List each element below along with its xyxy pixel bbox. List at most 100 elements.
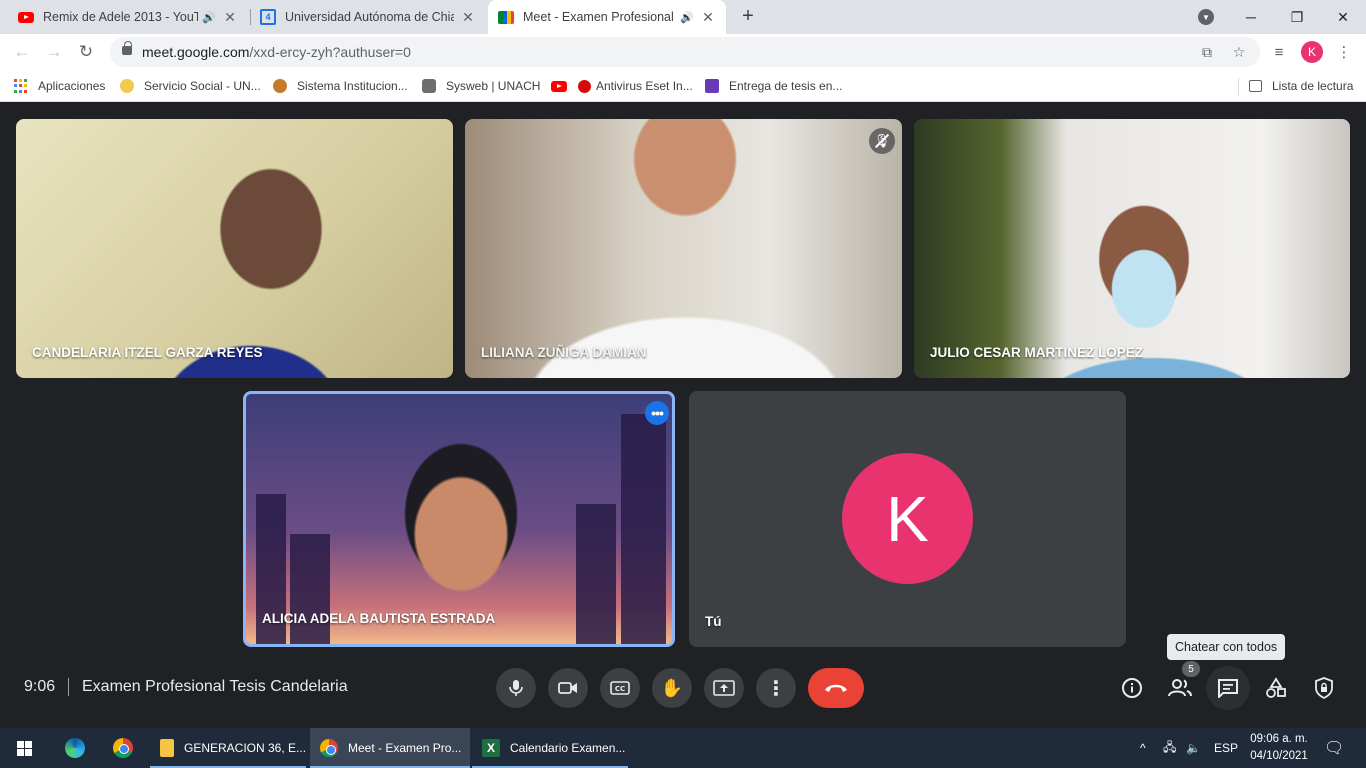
url-text[interactable]: meet.google.com/xxd-ercy-zyh?authuser=0 xyxy=(142,44,411,60)
more-options-button[interactable]: ⋮ xyxy=(756,668,796,708)
new-tab-button[interactable]: + xyxy=(738,6,758,27)
back-button[interactable]: ← xyxy=(10,40,34,64)
tab-title: Universidad Autónoma de Chiapas xyxy=(285,10,454,24)
kebab-icon: ⋮ xyxy=(766,677,786,700)
crest-icon xyxy=(273,79,287,93)
microphone-button[interactable] xyxy=(496,668,536,708)
participant-count-badge: 5 xyxy=(1182,661,1200,677)
bookmark-sistema-institucional[interactable]: Sistema Institucion... xyxy=(273,77,408,95)
more-options-button[interactable]: ••• xyxy=(645,401,669,425)
minimize-button[interactable]: ─ xyxy=(1228,0,1274,34)
bookmark-label: Antivirus Eset In... xyxy=(596,79,693,93)
end-call-button[interactable] xyxy=(808,668,864,708)
taskbar-edge[interactable] xyxy=(52,728,98,768)
speaker-icon[interactable]: 🔊 xyxy=(680,11,694,24)
owl-icon xyxy=(422,79,436,93)
close-icon[interactable]: ✕ xyxy=(460,9,476,25)
speaker-icon[interactable]: 🔊 xyxy=(202,11,216,24)
taskbar-item-excel[interactable]: X Calendario Examen... xyxy=(472,728,628,768)
host-controls-button[interactable] xyxy=(1312,676,1336,700)
lock-icon[interactable] xyxy=(122,41,132,55)
divider xyxy=(68,678,69,696)
reload-button[interactable]: ↻ xyxy=(74,40,98,64)
start-button[interactable] xyxy=(0,728,48,768)
people-button[interactable] xyxy=(1168,676,1192,700)
bookmark-label: Sysweb | UNACH xyxy=(446,79,541,93)
chat-tooltip: Chatear con todos xyxy=(1167,634,1286,660)
tab-meet[interactable]: Meet - Examen Profesional Tesis 🔊 ✕ xyxy=(488,0,726,34)
browser-tab-strip: Remix de Adele 2013 - YouTube 🔊 ✕ 4 Univ… xyxy=(0,0,1366,34)
reading-list[interactable]: Lista de lectura xyxy=(1249,77,1353,95)
profile-avatar[interactable]: K xyxy=(1301,41,1323,63)
tab-title: Meet - Examen Profesional Tesis xyxy=(523,10,676,24)
bookmark-eset[interactable]: Antivirus Eset In... xyxy=(578,77,693,95)
bookmark-label: Aplicaciones xyxy=(38,79,106,93)
seal-icon xyxy=(120,79,134,93)
participant-tile-alicia[interactable]: ••• ALICIA ADELA BAUTISTA ESTRADA xyxy=(243,391,675,647)
mic-muted-icon: 🎙 xyxy=(869,128,895,154)
city-skyline xyxy=(576,504,616,644)
forward-button[interactable]: → xyxy=(42,40,66,64)
bookmark-apps[interactable]: Aplicaciones xyxy=(14,77,105,95)
hang-up-icon xyxy=(825,684,847,692)
bookmark-servicio-social[interactable]: Servicio Social - UN... xyxy=(120,77,261,95)
city-skyline xyxy=(290,534,330,644)
close-window-button[interactable]: ✕ xyxy=(1320,0,1366,34)
participant-tile-self[interactable]: K Tú xyxy=(689,391,1126,647)
participant-tile-julio[interactable]: JULIO CESAR MARTINEZ LOPEZ xyxy=(914,119,1350,378)
present-icon xyxy=(713,680,735,696)
participant-name: Tú xyxy=(705,614,722,629)
taskbar-item-folder[interactable]: GENERACION 36, E... xyxy=(150,728,306,768)
apps-grid-icon xyxy=(14,79,28,93)
eset-icon xyxy=(578,79,591,93)
microphone-icon xyxy=(509,680,523,696)
city-skyline xyxy=(621,414,666,644)
tab-search-icon[interactable]: ▼ xyxy=(1198,9,1214,25)
raise-hand-button[interactable]: ✋ xyxy=(652,668,692,708)
meeting-details-button[interactable] xyxy=(1120,676,1144,700)
chrome-icon xyxy=(320,739,338,757)
captions-button[interactable]: CC xyxy=(600,668,640,708)
present-screen-button[interactable] xyxy=(704,668,744,708)
close-icon[interactable]: ✕ xyxy=(700,9,716,25)
bookmark-sysweb[interactable]: Sysweb | UNACH xyxy=(422,77,540,95)
taskbar-chrome[interactable] xyxy=(100,728,146,768)
youtube-icon xyxy=(551,80,567,92)
media-control-icon[interactable]: ≡ xyxy=(1269,42,1289,62)
taskbar-item-meet[interactable]: Meet - Examen Pro... xyxy=(310,728,470,768)
youtube-icon xyxy=(18,11,34,23)
participant-tile-candelaria[interactable]: CANDELARIA ITZEL GARZA REYES xyxy=(16,119,453,378)
unach-icon: 4 xyxy=(260,9,276,25)
notification-icon[interactable]: 🗨 xyxy=(1324,728,1344,768)
close-icon[interactable]: ✕ xyxy=(222,9,238,25)
system-clock[interactable]: 09:06 a. m. 04/10/2021 xyxy=(1246,731,1312,765)
activities-button[interactable] xyxy=(1264,676,1288,700)
network-icon[interactable]: 🖧 xyxy=(1163,728,1176,768)
bookmark-entrega-tesis[interactable]: Entrega de tesis en... xyxy=(705,77,842,95)
taskbar-item-label: Meet - Examen Pro... xyxy=(348,741,462,755)
tab-unach[interactable]: 4 Universidad Autónoma de Chiapas ✕ xyxy=(250,0,486,34)
open-in-app-icon[interactable]: ⧉ xyxy=(1198,43,1216,61)
meet-stage: CANDELARIA ITZEL GARZA REYES 🎙 LILIANA Z… xyxy=(0,103,1366,728)
language-indicator[interactable]: ESP xyxy=(1214,728,1238,768)
windows-logo-icon xyxy=(16,740,32,756)
meeting-title: Examen Profesional Tesis Candelaria xyxy=(82,678,348,695)
menu-kebab-icon[interactable]: ⋮ xyxy=(1334,42,1354,62)
address-bar[interactable]: meet.google.com/xxd-ercy-zyh?authuser=0 … xyxy=(110,37,1260,67)
meet-icon xyxy=(498,10,514,24)
camera-icon xyxy=(558,682,577,694)
tab-youtube[interactable]: Remix de Adele 2013 - YouTube 🔊 ✕ xyxy=(8,0,248,34)
participant-tile-liliana[interactable]: 🎙 LILIANA ZUÑIGA DAMIAN xyxy=(465,119,902,378)
url-host: meet.google.com xyxy=(142,44,250,60)
hand-icon: ✋ xyxy=(660,677,684,698)
bookmark-youtube[interactable] xyxy=(551,77,577,95)
tray-chevron-icon[interactable]: ^ xyxy=(1140,728,1146,768)
taskbar-item-label: Calendario Examen... xyxy=(510,741,626,755)
volume-icon[interactable]: 🔈 xyxy=(1186,728,1201,768)
bookmark-star-icon[interactable]: ☆ xyxy=(1230,43,1248,61)
chat-button-overlay[interactable] xyxy=(1216,676,1240,700)
restore-button[interactable]: ❐ xyxy=(1274,0,1320,34)
bookmark-label: Servicio Social - UN... xyxy=(144,79,261,93)
participant-name: CANDELARIA ITZEL GARZA REYES xyxy=(32,345,263,360)
camera-button[interactable] xyxy=(548,668,588,708)
